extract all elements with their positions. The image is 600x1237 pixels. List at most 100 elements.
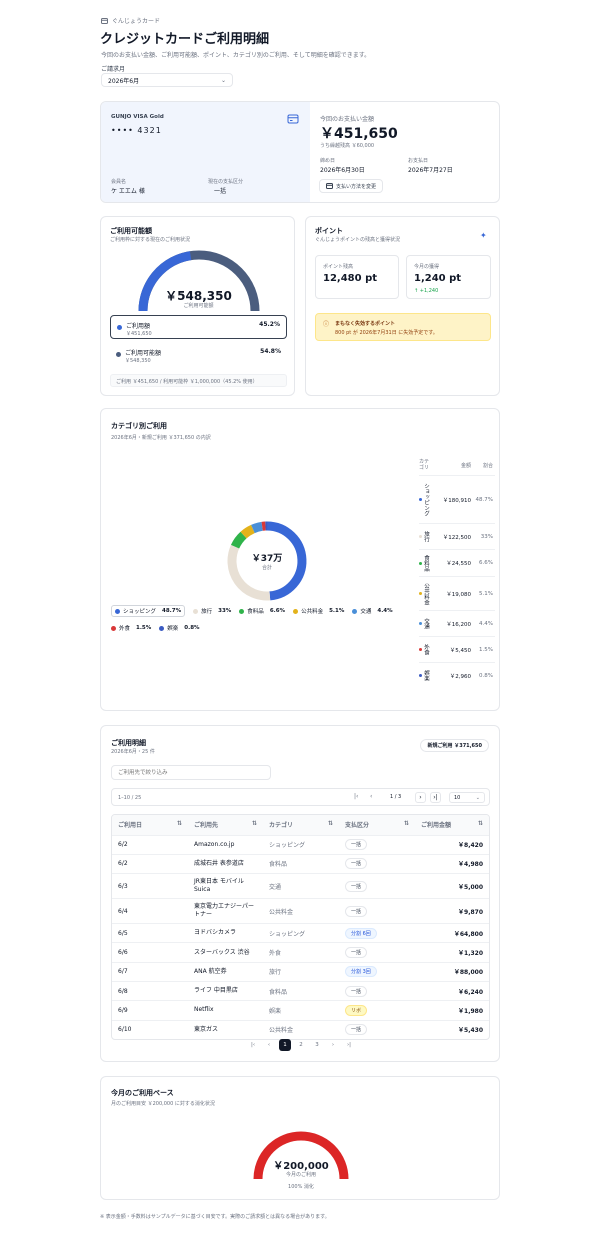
prev-page-icon[interactable]: ‹ bbox=[263, 1039, 275, 1051]
first-page-icon[interactable]: |‹ bbox=[354, 793, 358, 800]
col-header-date[interactable]: ご利用日 ⇅ bbox=[112, 815, 188, 835]
page-subtitle: 今回のお支払い金額、ご利用可能額、ポイント、カテゴリ別のご利用、そして明細を確認… bbox=[101, 52, 371, 59]
col-header-amount[interactable]: ご利用金額 ⇅ bbox=[415, 815, 489, 835]
next-page-icon[interactable]: › bbox=[327, 1039, 339, 1051]
change-payment-button[interactable]: 支払い方法を変更 bbox=[319, 179, 383, 193]
table-row[interactable]: 6/5 ヨドバシカメラ ショッピング 分割 6回 ￥64,800 bbox=[112, 923, 489, 943]
category-name: 旅行 bbox=[423, 531, 429, 542]
card-number: •••• 4321 bbox=[111, 126, 162, 135]
card-summary: GUNJO VISA Gold •••• 4321 会員名 ケ エエム 様 現在… bbox=[100, 101, 500, 203]
last-page-icon[interactable]: ›| bbox=[343, 1039, 355, 1051]
legend-dot bbox=[239, 608, 245, 614]
cell-method: 一括 bbox=[339, 854, 415, 873]
col-amount: 金額 bbox=[460, 462, 471, 469]
legend-label: 食料品 bbox=[247, 609, 264, 615]
method-badge: 一括 bbox=[345, 905, 368, 917]
category-dot bbox=[419, 498, 422, 501]
page-button-2[interactable]: 2 bbox=[295, 1039, 307, 1051]
per-page-select[interactable]: 10 ⌄ bbox=[449, 792, 485, 803]
page-button-1[interactable]: 1 bbox=[279, 1039, 291, 1051]
legend-dot bbox=[293, 608, 299, 614]
cell-amount: ￥8,420 bbox=[458, 842, 483, 850]
category-legend-item[interactable]: 外食 1.5% bbox=[111, 623, 151, 633]
donut-slice-4[interactable] bbox=[251, 521, 263, 534]
category-legend-item[interactable]: 旅行 33% bbox=[193, 605, 231, 617]
category-row: 交通 ￥16,200 4.4% bbox=[419, 610, 495, 636]
prev-page-icon[interactable]: ‹ bbox=[370, 793, 372, 800]
legend-item-available[interactable]: ご利用可能額 ￥548,350 54.8% bbox=[110, 343, 287, 367]
cell-merchant: Netflix bbox=[194, 1006, 214, 1014]
first-page-icon[interactable]: |‹ bbox=[247, 1039, 259, 1051]
category-amount: ￥2,960 bbox=[449, 673, 471, 680]
legend-dot bbox=[115, 608, 120, 614]
last-page-icon[interactable]: ›| bbox=[430, 792, 441, 803]
cell-merchant: Amazon.co.jp bbox=[194, 840, 235, 848]
cell-date: 6/3 bbox=[118, 882, 128, 890]
points-balance-label: ポイント残高 bbox=[323, 264, 354, 270]
category-dot bbox=[419, 648, 422, 651]
statement-total-badge: 新規ご利用 ￥371,650 bbox=[420, 739, 489, 752]
legend-percent: 48.7% bbox=[162, 608, 182, 614]
table-row[interactable]: 6/2 Amazon.co.jp ショッピング 一括 ￥8,420 bbox=[112, 835, 489, 854]
col-header-category[interactable]: カテゴリ ⇅ bbox=[263, 815, 339, 835]
category-legend-item[interactable]: 公共料金 5.1% bbox=[293, 605, 344, 617]
donut-slice-3[interactable] bbox=[240, 524, 255, 539]
billing-month-select[interactable]: 2026年6月 ⌄ bbox=[101, 73, 233, 87]
col-header-method[interactable]: 支払区分 ⇅ bbox=[339, 815, 415, 835]
statement-search-input[interactable] bbox=[111, 765, 271, 780]
table-row[interactable]: 6/8 ライフ 中目黒店 食料品 一括 ￥6,240 bbox=[112, 981, 489, 1000]
category-legend-item[interactable]: 娯楽 0.8% bbox=[159, 623, 200, 633]
cell-date: 6/8 bbox=[118, 987, 128, 995]
page-button-3[interactable]: 3 bbox=[311, 1039, 323, 1051]
availability-subtitle: ご利用枠に対する現在のご利用状況 bbox=[110, 237, 191, 243]
page-title: クレジットカードご利用明細 bbox=[100, 32, 270, 47]
legend-label: ご利用可能額 bbox=[125, 350, 162, 357]
cell-method: 一括 bbox=[339, 874, 415, 899]
cell-merchant: ヨドバシカメラ bbox=[194, 929, 237, 937]
cell-method: 分割 6回 bbox=[339, 924, 415, 943]
cell-date: 6/10 bbox=[118, 1026, 132, 1034]
pace-center-value: ￥200,000 bbox=[273, 1161, 329, 1172]
table-row[interactable]: 6/2 成城石井 表参道店 食料品 一括 ￥4,980 bbox=[112, 854, 489, 873]
category-amount: ￥19,080 bbox=[446, 591, 471, 598]
category-share: 4.4% bbox=[479, 620, 493, 627]
footnote: ※ 表示金額・手数料はサンプルデータに基づく目安です。実際のご請求額とは異なる場… bbox=[100, 1214, 330, 1220]
cell-amount: ￥5,000 bbox=[458, 883, 483, 891]
points-earned: 1,240 pt bbox=[414, 273, 462, 284]
category-share: 48.7% bbox=[475, 496, 493, 503]
alert-icon: ⓘ bbox=[323, 321, 330, 328]
table-row[interactable]: 6/7 ANA 航空券 旅行 分割 3回 ￥88,000 bbox=[112, 962, 489, 981]
table-row[interactable]: 6/10 東京ガス 公共料金 一括 ￥5,430 bbox=[112, 1020, 489, 1039]
statement-subtitle: 2026年6月・25 件 bbox=[111, 749, 155, 755]
legend-percent: 54.8% bbox=[260, 348, 281, 355]
cell-date: 6/5 bbox=[118, 929, 128, 937]
points-earned-box: 今月の獲得 1,240 pt ↑ +1,240 bbox=[406, 255, 491, 299]
category-legend-item[interactable]: 食料品 6.6% bbox=[239, 605, 285, 617]
availability-card: ご利用可能額 ご利用枠に対する現在のご利用状況 ￥548,350 ご利用可能額 … bbox=[100, 216, 295, 396]
legend-percent: 6.6% bbox=[269, 608, 286, 614]
table-row[interactable]: 6/6 スターバックス 渋谷 外食 一括 ￥1,320 bbox=[112, 942, 489, 962]
table-row[interactable]: 6/9 Netflix 娯楽 リボ ￥1,980 bbox=[112, 1000, 489, 1020]
sparkle-icon: ✦ bbox=[480, 231, 487, 240]
category-legend-item[interactable]: ショッピング 48.7% bbox=[111, 605, 186, 617]
legend-item-used[interactable]: ご利用額 ￥451,650 45.2% bbox=[110, 315, 287, 339]
category-card: カテゴリ別ご利用 2026年6月・新規ご利用 ￥371,650 の内訳 ￥37万… bbox=[100, 408, 500, 711]
donut-center-value: ￥37万 bbox=[251, 554, 283, 564]
category-name: ショッピング bbox=[423, 483, 429, 516]
table-row[interactable]: 6/3 JR東日本 モバイルSuica 交通 一括 ￥5,000 bbox=[112, 873, 489, 899]
pagination-bar: 1–10 / 25 |‹ ‹ 1 / 3 › ›| 10 ⌄ bbox=[111, 788, 490, 806]
statement-title: ご利用明細 bbox=[111, 739, 146, 747]
cell-method: 分割 3回 bbox=[339, 962, 415, 981]
donut-slice-2[interactable] bbox=[230, 531, 247, 549]
availability-center-label: ご利用可能額 bbox=[183, 303, 214, 309]
col-header-merchant[interactable]: ご利用先 ⇅ bbox=[188, 815, 263, 835]
category-legend-item[interactable]: 交通 4.4% bbox=[352, 605, 393, 617]
cell-category: 食料品 bbox=[269, 988, 288, 996]
next-page-icon[interactable]: › bbox=[415, 792, 426, 803]
cell-date: 6/2 bbox=[118, 860, 128, 868]
table-row[interactable]: 6/4 東京電力エナジーパートナー 公共料金 一括 ￥9,870 bbox=[112, 898, 489, 924]
category-dot bbox=[419, 622, 422, 625]
method-badge: 分割 6回 bbox=[345, 927, 377, 939]
cell-category: 公共料金 bbox=[269, 908, 294, 916]
legend-label: 交通 bbox=[360, 609, 372, 615]
